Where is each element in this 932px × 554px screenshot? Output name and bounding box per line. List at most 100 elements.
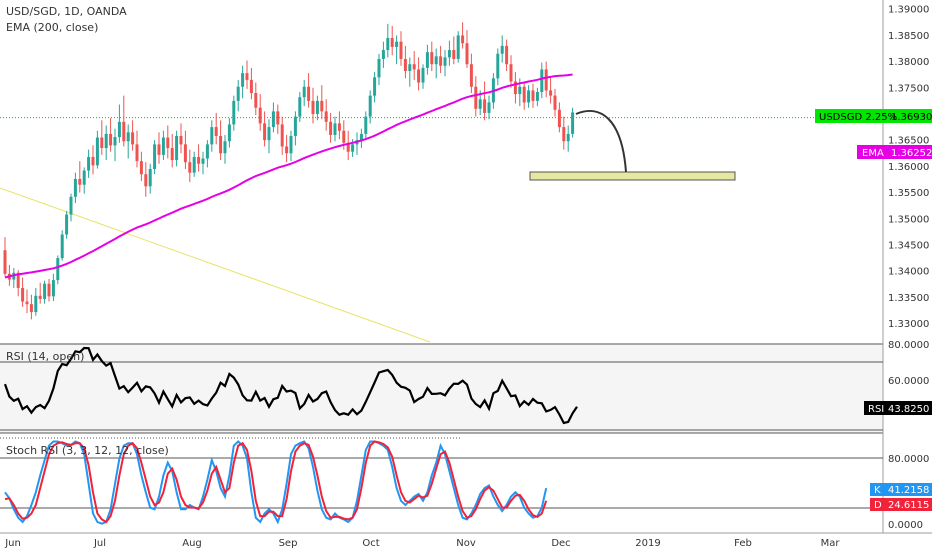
- candle-body: [91, 156, 95, 166]
- candle-body: [373, 77, 377, 96]
- candle-body: [179, 135, 183, 145]
- candle-body: [311, 100, 315, 114]
- candle-body: [531, 90, 535, 101]
- candle-body: [307, 86, 311, 101]
- candle-body: [505, 45, 509, 65]
- time-tick-label: Mar: [821, 538, 841, 549]
- time-tick-label: Aug: [182, 538, 202, 549]
- candle-body: [289, 135, 293, 154]
- candle-body: [557, 109, 561, 128]
- ema-badge-label: EMA: [862, 148, 884, 159]
- candle-body: [263, 123, 267, 141]
- candle-body: [403, 58, 407, 72]
- candle-body: [342, 130, 346, 143]
- candle-body: [34, 295, 38, 313]
- time-tick-label: 2019: [635, 538, 660, 549]
- candle-body: [320, 100, 324, 112]
- candle-body: [271, 111, 275, 128]
- time-tick-label: Nov: [456, 538, 476, 549]
- price-tick-label: 1.35000: [888, 214, 929, 225]
- candle-body: [126, 132, 130, 142]
- candle-body: [518, 86, 522, 95]
- stoch-d-badge-value: 24.6115: [888, 500, 929, 511]
- candle-body: [210, 127, 214, 145]
- candle-body: [139, 161, 143, 175]
- candle-body: [104, 133, 108, 149]
- time-tick-label: Jun: [4, 538, 21, 549]
- candle-body: [170, 148, 174, 161]
- candle-body: [439, 56, 443, 66]
- candle-body: [509, 64, 513, 82]
- candle-body: [315, 100, 319, 114]
- candle-body: [544, 69, 548, 91]
- candle-body: [381, 50, 385, 59]
- ema-badge: EMA 1.36252: [857, 145, 932, 159]
- candle-body: [285, 146, 289, 154]
- candle-body: [51, 280, 55, 297]
- candle-body: [135, 144, 139, 162]
- candle-body: [236, 86, 240, 101]
- candle-body: [60, 234, 64, 259]
- candle-body: [333, 123, 337, 135]
- candle-body: [368, 95, 372, 117]
- price-tick-label: 1.33500: [888, 293, 929, 304]
- candle-body: [566, 133, 570, 142]
- candle-body: [430, 52, 434, 65]
- candle-body: [43, 283, 47, 299]
- candle-body: [487, 102, 491, 113]
- candle-body: [364, 116, 368, 134]
- candle-body: [153, 144, 157, 169]
- price-badge-value: 1.36930: [891, 112, 932, 123]
- candle-body: [549, 90, 553, 96]
- candle-body: [302, 86, 306, 98]
- candle-body: [324, 111, 328, 122]
- candle-body: [56, 258, 60, 281]
- candle-body: [496, 53, 500, 79]
- candle-body: [117, 121, 121, 138]
- stoch-d-badge-label: D: [874, 500, 882, 511]
- candle-body: [540, 69, 544, 92]
- stoch-d-badge: D 24.6115: [870, 498, 932, 511]
- candle-body: [241, 73, 245, 87]
- price-tick-label: 1.36000: [888, 162, 929, 173]
- candle-body: [425, 52, 429, 68]
- candle-body: [100, 137, 104, 149]
- rsi-badge-value: 43.8250: [888, 404, 929, 415]
- support-zone[interactable]: [529, 171, 736, 181]
- stoch-k-badge-label: K: [874, 485, 881, 496]
- candle-body: [25, 301, 29, 305]
- candle-body: [157, 144, 161, 155]
- candle-body: [456, 35, 460, 59]
- price-tick-label: 1.34000: [888, 267, 929, 278]
- candle-body: [95, 137, 99, 166]
- candle-body: [69, 196, 73, 215]
- candle-body: [232, 100, 236, 125]
- price-tick-label: 1.38500: [888, 31, 929, 42]
- trading-chart[interactable]: Jun Jul Aug Sep Oct Nov Dec 2019 Feb Mar 1.39000 1…: [0, 0, 932, 550]
- candle-body: [201, 158, 205, 164]
- stoch-tick-80: 80.0000: [888, 454, 929, 465]
- candle-body: [298, 97, 302, 117]
- candle-body: [329, 121, 333, 135]
- candle-body: [478, 99, 482, 109]
- candle-body: [553, 95, 557, 110]
- candle-body: [188, 162, 192, 173]
- candle-body: [527, 90, 531, 103]
- ema-title: EMA (200, close): [6, 21, 98, 34]
- candle-body: [183, 144, 187, 163]
- candle-body: [38, 295, 42, 299]
- candle-body: [276, 111, 280, 125]
- stoch-k-badge-value: 41.2158: [888, 485, 929, 496]
- candle-body: [412, 64, 416, 70]
- candle-body: [474, 86, 478, 109]
- stoch-title: Stoch RSI (3, 3, 12, 12, close): [6, 444, 169, 457]
- candle-body: [109, 133, 113, 146]
- candle-body: [175, 135, 179, 161]
- candle-body: [249, 79, 253, 94]
- candle-body: [122, 121, 126, 142]
- candle-body: [483, 99, 487, 113]
- candle-body: [386, 38, 390, 51]
- candle-body: [87, 156, 91, 171]
- candle-body: [166, 137, 170, 149]
- candle-body: [47, 283, 51, 297]
